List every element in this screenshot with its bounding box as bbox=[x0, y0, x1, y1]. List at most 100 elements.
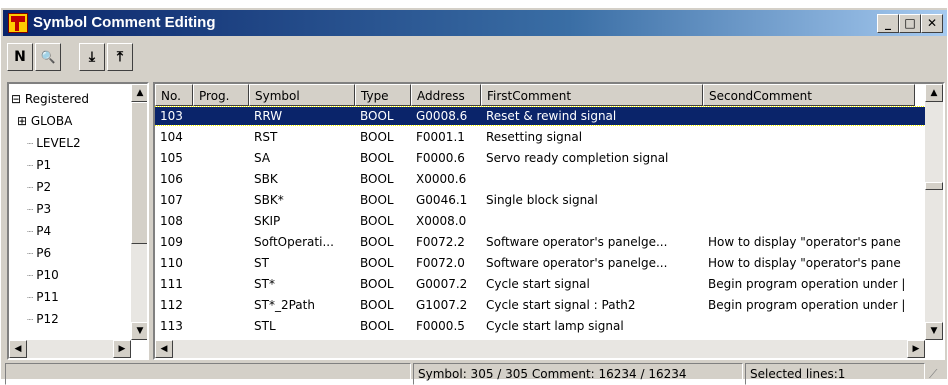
tree-connector-icon: ┈ bbox=[27, 249, 37, 260]
table-scroll-up-button[interactable]: ▲ bbox=[925, 84, 943, 102]
cell-symbol: SA bbox=[254, 151, 271, 165]
cell-prog bbox=[193, 254, 249, 272]
tree-item-p11[interactable]: ┈ P11 bbox=[17, 286, 59, 308]
title-bar[interactable]: Symbol Comment Editing _ □ ✕ bbox=[3, 10, 947, 36]
tree-connector-icon: ┈ bbox=[27, 315, 37, 326]
cell-symbol: ST bbox=[254, 256, 269, 270]
table-scroll-left-button[interactable]: ◀ bbox=[155, 340, 173, 358]
tree-scroll-thumb[interactable] bbox=[131, 102, 147, 244]
tree-scroll-up-button[interactable]: ▲ bbox=[131, 84, 147, 102]
cell-address: G1007.2 bbox=[416, 298, 468, 312]
cell-first: Single block signal bbox=[486, 193, 598, 207]
table-row[interactable]: 103 RRW BOOL G0008.6 Reset & rewind signal bbox=[155, 106, 928, 126]
cell-prog bbox=[193, 233, 249, 251]
tree-item-p4[interactable]: ┈ P4 bbox=[17, 220, 51, 242]
table-row[interactable]: 111 ST* BOOL G0007.2 Cycle start signal Begin… bbox=[155, 275, 927, 293]
tree-item-registered[interactable]: ⊟ Registered bbox=[11, 88, 89, 110]
table-horizontal-scrollbar[interactable]: ◀ ▶ bbox=[155, 340, 925, 358]
cell-prog bbox=[193, 149, 249, 167]
column-header-no[interactable]: No. bbox=[155, 84, 193, 106]
tree-scroll-right-button[interactable]: ▶ bbox=[113, 340, 131, 358]
cell-symbol: SBK* bbox=[254, 193, 284, 207]
table-row[interactable]: 110 ST BOOL F0072.0 Software operator's pane… bbox=[155, 254, 927, 272]
table-row[interactable]: 113 STL BOOL F0000.5 Cycle start lamp signal bbox=[155, 317, 927, 335]
tree-item-label: P10 bbox=[36, 268, 59, 282]
minimize-button[interactable]: _ bbox=[877, 14, 899, 33]
tree-item-p1[interactable]: ┈ P1 bbox=[17, 154, 51, 176]
cell-address: F0072.0 bbox=[416, 256, 465, 270]
expand-icon[interactable]: ⊞ bbox=[17, 114, 31, 128]
tree-item-p6[interactable]: ┈ P6 bbox=[17, 242, 51, 264]
table-row[interactable]: 105 SA BOOL F0000.6 Servo ready completion s… bbox=[155, 149, 927, 167]
cell-address: G0007.2 bbox=[416, 277, 468, 291]
app-icon bbox=[8, 13, 28, 33]
tree-item-label: P6 bbox=[36, 246, 52, 260]
table-row[interactable]: 104 RST BOOL F0001.1 Resetting signal bbox=[155, 128, 927, 146]
cell-address: G0046.1 bbox=[416, 193, 468, 207]
cell-symbol: RST bbox=[254, 130, 278, 144]
cell-prog bbox=[193, 170, 249, 188]
find-button[interactable]: 🔍 bbox=[35, 43, 61, 71]
cell-second bbox=[703, 149, 915, 167]
tree-scroll-down-button[interactable]: ▼ bbox=[131, 322, 147, 340]
status-selected-lines: Selected lines:1 bbox=[745, 363, 925, 385]
cell-second: How to display "operator's pane bbox=[708, 256, 901, 270]
tree-item-label: Registered bbox=[24, 92, 90, 106]
table-row[interactable]: 106 SBK BOOL X0000.6 bbox=[155, 170, 927, 188]
new-button[interactable]: N bbox=[7, 43, 33, 71]
column-header-type[interactable]: Type bbox=[355, 84, 411, 106]
column-header-prog[interactable]: Prog. bbox=[193, 84, 249, 106]
cell-second: How to display "operator's pane bbox=[708, 235, 901, 249]
toolbar: N 🔍 ⤓ ⤒ bbox=[5, 43, 945, 73]
cell-first: Cycle start lamp signal bbox=[486, 319, 624, 333]
table-scroll-down-button[interactable]: ▼ bbox=[925, 322, 943, 340]
export-button[interactable]: ⤒ bbox=[107, 43, 133, 71]
resize-grip-icon[interactable]: ⟋ bbox=[929, 367, 943, 381]
cell-type: BOOL bbox=[360, 277, 394, 291]
tree-item-level2[interactable]: ┈ LEVEL2 bbox=[17, 132, 81, 154]
table-scroll-thumb[interactable] bbox=[925, 182, 943, 190]
import-button[interactable]: ⤓ bbox=[79, 43, 105, 71]
table-row[interactable]: 109 SoftOperati... BOOL F0072.2 Software ope… bbox=[155, 233, 927, 251]
tree-item-label: P2 bbox=[36, 180, 52, 194]
cell-second bbox=[703, 107, 915, 125]
cell-second bbox=[703, 212, 915, 230]
tree-connector-icon: ┈ bbox=[27, 183, 37, 194]
tree-scroll-left-button[interactable]: ◀ bbox=[9, 340, 27, 358]
tree-vertical-scrollbar[interactable]: ▲ ▼ bbox=[131, 84, 147, 340]
maximize-button[interactable]: □ bbox=[899, 14, 921, 33]
table-vertical-scrollbar[interactable]: ▲ ▼ bbox=[925, 84, 943, 340]
tree-horizontal-scrollbar[interactable]: ◀ ▶ bbox=[9, 340, 131, 358]
cell-no: 109 bbox=[160, 235, 183, 249]
close-button[interactable]: ✕ bbox=[921, 14, 943, 33]
cell-first: Software operator's panelge... bbox=[486, 256, 668, 270]
tree-item-p12[interactable]: ┈ P12 bbox=[17, 308, 59, 330]
window-title: Symbol Comment Editing bbox=[33, 14, 216, 31]
tree-item-globa[interactable]: ⊞ GLOBA bbox=[17, 110, 72, 132]
cell-second: Begin program operation under | bbox=[708, 298, 906, 312]
tree-item-p2[interactable]: ┈ P2 bbox=[17, 176, 51, 198]
table-scroll-right-button[interactable]: ▶ bbox=[907, 340, 925, 358]
table-header: No. Prog. Symbol Type Address FirstComment Sec… bbox=[155, 84, 915, 106]
table-row[interactable]: 108 SKIP BOOL X0008.0 bbox=[155, 212, 927, 230]
cell-first: Resetting signal bbox=[486, 130, 583, 144]
cell-address: X0000.6 bbox=[416, 172, 467, 186]
cell-address: F0000.5 bbox=[416, 319, 465, 333]
column-header-symbol[interactable]: Symbol bbox=[249, 84, 355, 106]
tree-item-p10[interactable]: ┈ P10 bbox=[17, 264, 59, 286]
table-row[interactable]: 112 ST*_2Path BOOL G1007.2 Cycle start signa… bbox=[155, 296, 927, 314]
table-row[interactable]: 107 SBK* BOOL G0046.1 Single block signal bbox=[155, 191, 927, 209]
cell-type: BOOL bbox=[360, 214, 394, 228]
column-header-address[interactable]: Address bbox=[411, 84, 481, 106]
column-header-firstcomment[interactable]: FirstComment bbox=[481, 84, 703, 106]
cell-no: 108 bbox=[160, 214, 183, 228]
collapse-icon[interactable]: ⊟ bbox=[11, 92, 25, 106]
cell-prog bbox=[193, 107, 249, 125]
cell-no: 104 bbox=[160, 130, 183, 144]
tree-item-p3[interactable]: ┈ P3 bbox=[17, 198, 51, 220]
cell-symbol: SKIP bbox=[254, 214, 281, 228]
tree-item-label: LEVEL2 bbox=[36, 136, 81, 150]
column-header-secondcomment[interactable]: SecondComment bbox=[703, 84, 915, 106]
cell-first: Reset & rewind signal bbox=[486, 109, 617, 123]
cell-no: 113 bbox=[160, 319, 183, 333]
